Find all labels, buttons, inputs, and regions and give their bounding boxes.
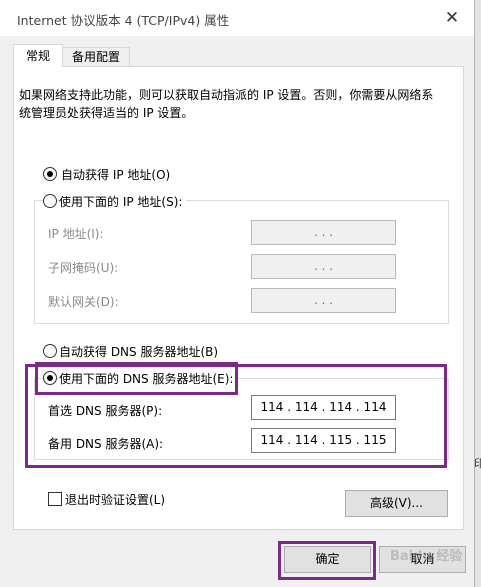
preferred-dns-field[interactable]: 114 . 114 . 114 . 114 <box>251 395 396 420</box>
subnet-mask-field[interactable]: . . . <box>251 254 396 279</box>
alternate-dns-field[interactable]: 114 . 114 . 115 . 115 <box>251 428 396 453</box>
default-gateway-value: . . . <box>313 293 334 307</box>
background-text-fragment: 印 <box>474 457 481 470</box>
manual-dns-label[interactable]: 使用下面的 DNS 服务器地址(E): <box>59 370 238 387</box>
auto-ip-label[interactable]: 自动获得 IP 地址(O) <box>61 166 170 183</box>
validate-settings-label[interactable]: 退出时验证设置(L) <box>65 491 165 508</box>
window-title: Internet 协议版本 4 (TCP/IPv4) 属性 <box>17 13 230 28</box>
title-bar: Internet 协议版本 4 (TCP/IPv4) 属性 ✕ <box>0 0 474 36</box>
ip-address-field[interactable]: . . . <box>251 220 396 245</box>
auto-dns-label[interactable]: 自动获得 DNS 服务器地址(B) <box>59 343 218 360</box>
ip-address-value: . . . <box>313 225 334 239</box>
manual-dns-radio[interactable] <box>43 371 57 385</box>
tab-alternate-configuration[interactable]: 备用配置 <box>62 47 130 67</box>
auto-dns-radio[interactable] <box>43 344 57 358</box>
subnet-mask-label: 子网掩码(U): <box>48 261 119 275</box>
ip-address-label: IP 地址(I): <box>48 227 104 241</box>
advanced-button[interactable]: 高级(V)... <box>345 490 448 517</box>
manual-ip-radio[interactable] <box>43 194 57 208</box>
default-gateway-field[interactable]: . . . <box>251 288 396 313</box>
alternate-dns-label: 备用 DNS 服务器(A): <box>48 437 164 451</box>
validate-settings-checkbox[interactable] <box>48 492 62 506</box>
preferred-dns-label: 首选 DNS 服务器(P): <box>48 404 163 418</box>
tab-general[interactable]: 常规 <box>13 44 63 67</box>
watermark-text: Baidu 经验 <box>390 549 463 564</box>
alternate-dns-value: 114 . 114 . 115 . 115 <box>260 433 387 447</box>
auto-ip-radio[interactable] <box>43 167 57 181</box>
preferred-dns-value: 114 . 114 . 114 . 114 <box>260 400 387 414</box>
description-text: 如果网络支持此功能，则可以获取自动指派的 IP 设置。否则，你需要从网络系统管理… <box>19 88 434 120</box>
default-gateway-label: 默认网关(D): <box>48 295 119 309</box>
ok-button[interactable]: 确定 <box>284 546 371 573</box>
subnet-mask-value: . . . <box>313 259 334 273</box>
close-icon[interactable]: ✕ <box>440 6 464 30</box>
ipv4-properties-dialog: Internet 协议版本 4 (TCP/IPv4) 属性 ✕ 常规 备用配置 … <box>0 0 475 587</box>
manual-ip-label[interactable]: 使用下面的 IP 地址(S): <box>59 193 187 210</box>
